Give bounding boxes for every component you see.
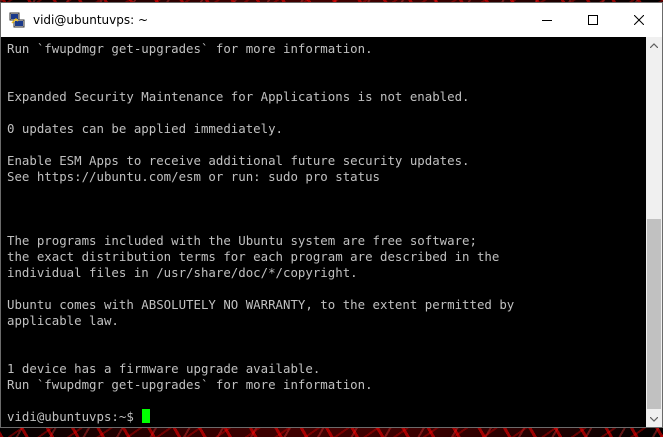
terminal-line: Ubuntu comes with ABSOLUTELY NO WARRANTY… bbox=[7, 297, 515, 312]
close-button[interactable] bbox=[616, 3, 662, 37]
terminal-line: the exact distribution terms for each pr… bbox=[7, 249, 500, 264]
scrollbar-thumb[interactable] bbox=[647, 219, 661, 409]
shell-prompt: vidi@ubuntuvps:~$ bbox=[7, 409, 142, 424]
minimize-icon bbox=[542, 20, 552, 21]
terminal-line: Enable ESM Apps to receive additional fu… bbox=[7, 153, 470, 168]
close-icon bbox=[634, 15, 644, 25]
maximize-button[interactable] bbox=[570, 3, 616, 37]
terminal-line: The programs included with the Ubuntu sy… bbox=[7, 233, 477, 248]
terminal-line: See https://ubuntu.com/esm or run: sudo … bbox=[7, 169, 380, 184]
putty-icon[interactable] bbox=[9, 12, 25, 28]
terminal-line: Run `fwupdmgr get-upgrades` for more inf… bbox=[7, 377, 373, 392]
terminal-line: 1 device has a firmware upgrade availabl… bbox=[7, 361, 321, 376]
maximize-icon bbox=[588, 15, 598, 25]
terminal-line: 0 updates can be applied immediately. bbox=[7, 121, 284, 136]
scroll-up-arrow-icon[interactable] bbox=[646, 37, 662, 53]
terminal-output[interactable]: Run `fwupdmgr get-upgrades` for more inf… bbox=[1, 37, 648, 427]
terminal-line: applicable law. bbox=[7, 313, 119, 328]
window-title: vidi@ubuntuvps: ~ bbox=[33, 13, 149, 27]
text-cursor bbox=[142, 409, 151, 423]
terminal-line: Run `fwupdmgr get-upgrades` for more inf… bbox=[7, 41, 373, 56]
terminal-line: individual files in /usr/share/doc/*/cop… bbox=[7, 265, 358, 280]
minimize-button[interactable] bbox=[524, 3, 570, 37]
terminal-line: Expanded Security Maintenance for Applic… bbox=[7, 89, 470, 104]
terminal-window[interactable]: vidi@ubuntuvps: ~ Run `fwupdmgr get-upgr… bbox=[0, 2, 663, 428]
prompt-line[interactable]: vidi@ubuntuvps:~$ bbox=[7, 409, 648, 425]
vertical-scrollbar[interactable] bbox=[646, 37, 662, 427]
title-bar[interactable]: vidi@ubuntuvps: ~ bbox=[1, 3, 662, 37]
scroll-down-arrow-icon[interactable] bbox=[646, 411, 662, 427]
